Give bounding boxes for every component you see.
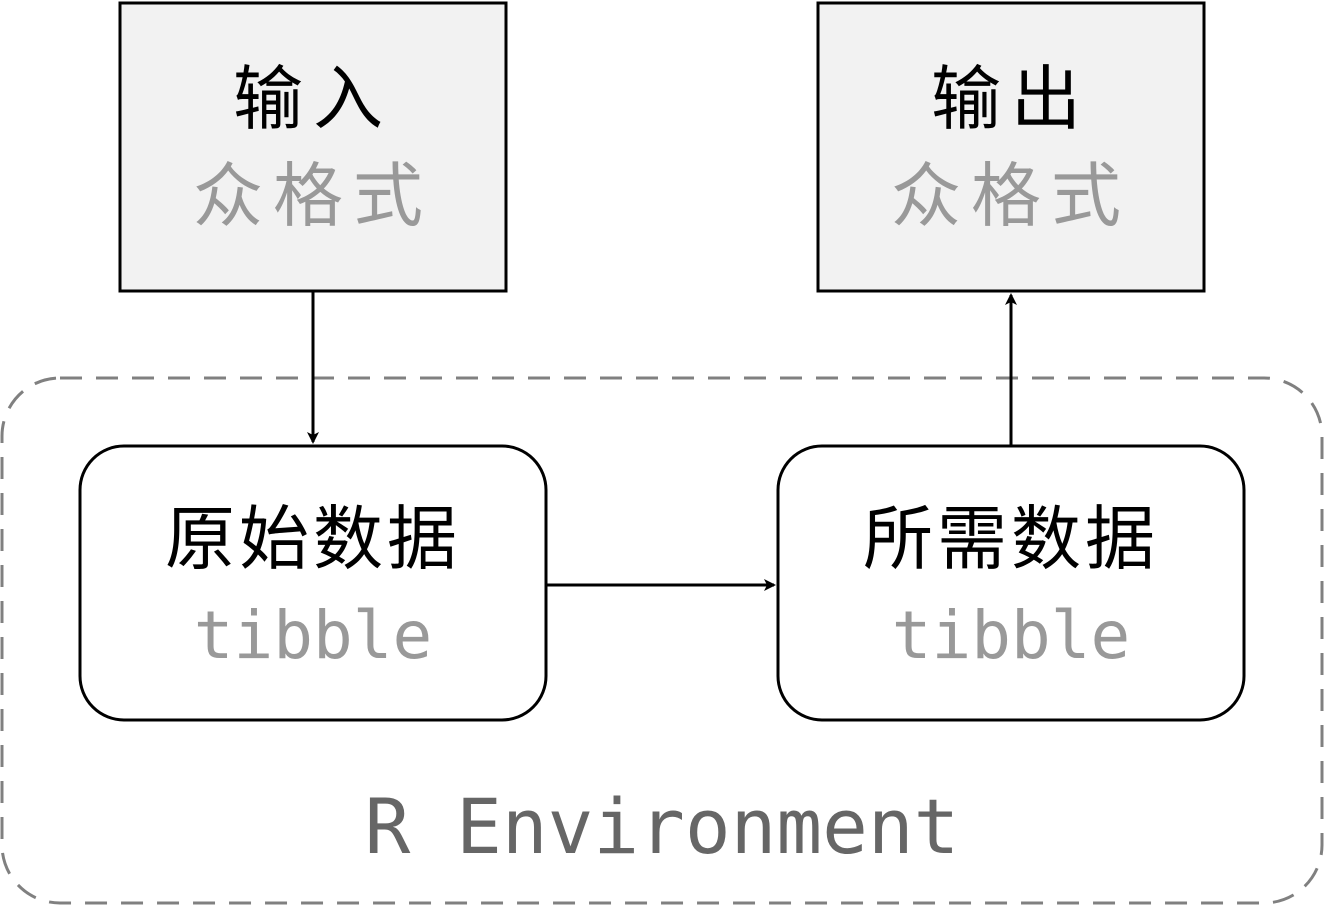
input-subtitle: 众格式 [193,155,433,237]
raw-data-subtitle: tibble [194,597,432,674]
target-data-node: 所需数据 tibble [776,444,1246,722]
raw-data-node: 原始数据 tibble [78,444,548,722]
target-data-title: 所需数据 [863,498,1159,580]
output-box [816,1,1206,293]
input-title: 输入 [233,58,393,140]
input-node: 输入 众格式 [118,1,508,293]
target-data-box [776,444,1246,722]
data-flow-diagram: 输入 众格式 输出 众格式 原始数据 tibble 所需数据 tibble R … [0,1,1324,905]
environment-label: R Environment [365,782,960,871]
input-box [118,1,508,293]
raw-data-box [78,444,548,722]
output-title: 输出 [931,58,1091,140]
output-subtitle: 众格式 [891,155,1131,237]
raw-data-title: 原始数据 [165,498,461,580]
target-data-subtitle: tibble [892,597,1130,674]
output-node: 输出 众格式 [816,1,1206,293]
